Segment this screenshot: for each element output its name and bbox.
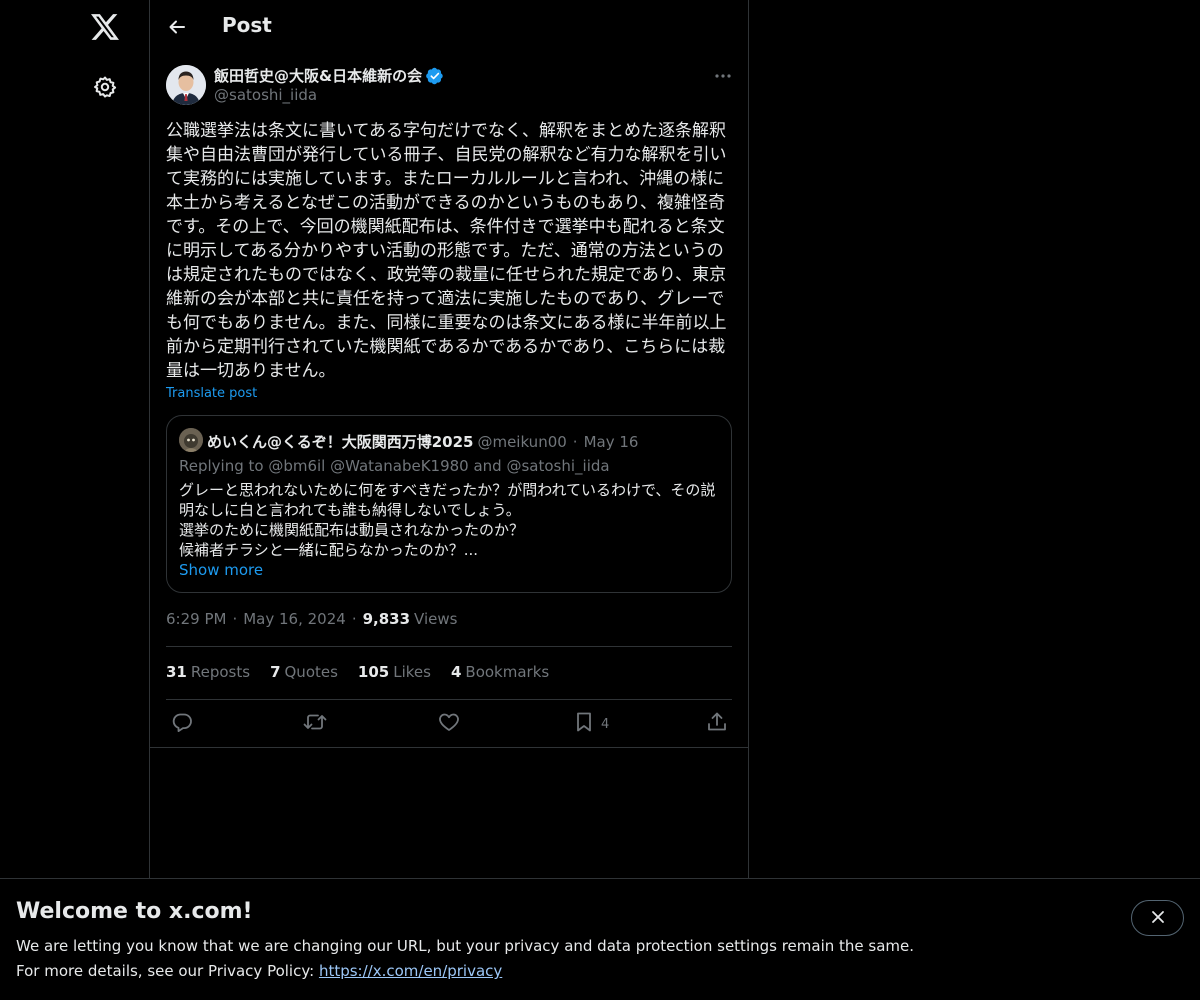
bookmarks-count: 4 (450, 663, 462, 681)
post-time[interactable]: 6:29 PM (166, 610, 226, 628)
show-more-link[interactable]: Show more (179, 561, 263, 579)
page: Post 飯田哲史@大阪&日本維新の会 @satoshi_iida 公職選挙法は… (0, 0, 1200, 1000)
privacy-policy-link[interactable]: https://x.com/en/privacy (319, 962, 502, 980)
quote-line: 選挙のために機関紙配布は動員されなかったのか？ (179, 521, 525, 539)
separator: · (232, 610, 238, 628)
divider (166, 699, 732, 700)
translate-post-link[interactable]: Translate post (166, 386, 257, 401)
quotes-count: 7 (270, 663, 281, 681)
divider (150, 747, 748, 748)
quotes-label: Quotes (284, 663, 338, 681)
author-name[interactable]: 飯田哲史@大阪&日本維新の会 (214, 65, 422, 86)
bookmarks-stat[interactable]: 4 Bookmarks (451, 663, 549, 681)
reposts-label: Reposts (190, 663, 251, 681)
share-button[interactable] (706, 712, 728, 736)
repost-icon (303, 711, 327, 737)
banner-privacy-line: For more details, see our Privacy Policy… (16, 962, 502, 980)
post-header: Post (150, 0, 748, 53)
quote-header: めいくん@くるぞ！大阪関西万博2025 @meikun00 · May 16 (207, 431, 638, 452)
repost-button[interactable] (303, 712, 327, 736)
bookmarks-label: Bookmarks (465, 663, 550, 681)
likes-stat[interactable]: 105 Likes (358, 663, 431, 681)
separator: · (351, 610, 357, 628)
banner-message: We are letting you know that we are chan… (16, 937, 915, 955)
bookmark-button[interactable]: 4 (573, 712, 609, 736)
post-timestamp-row: 6:29 PM · May 16, 2024 · 9,833 Views (166, 610, 457, 628)
post-author: 飯田哲史@大阪&日本維新の会 @satoshi_iida (166, 64, 734, 108)
views-label: Views (414, 610, 458, 628)
bookmark-count: 4 (601, 716, 610, 732)
verified-badge-icon (426, 67, 444, 85)
reply-icon (171, 711, 193, 737)
welcome-banner: Welcome to x.com! We are letting you kno… (0, 878, 1200, 1000)
close-button[interactable] (1131, 900, 1184, 936)
share-icon (706, 711, 728, 737)
banner-title: Welcome to x.com! (16, 899, 253, 924)
x-logo-icon[interactable] (89, 11, 121, 43)
settings-gear-icon[interactable] (91, 73, 119, 101)
post-text: 公職選挙法は条文に書いてある字句だけでなく、解釈をまとめた逐条解釈集や自由法曹団… (166, 121, 727, 381)
reposts-count: 31 (166, 663, 187, 681)
quote-avatar (179, 428, 203, 452)
left-nav (0, 0, 149, 1000)
quote-author-name: めいくん@くるぞ！大阪関西万博2025 (207, 433, 474, 451)
quote-replying-to: Replying to @bm6il @WatanabeK1980 and @s… (179, 457, 610, 475)
separator: · (572, 432, 578, 451)
quotes-stat[interactable]: 7 Quotes (270, 663, 338, 681)
bookmark-icon (573, 711, 595, 737)
views-count: 9,833 (362, 610, 411, 628)
close-icon (1151, 909, 1165, 928)
more-dots-icon[interactable] (712, 65, 734, 87)
likes-count: 105 (357, 663, 390, 681)
post-date[interactable]: May 16, 2024 (243, 610, 346, 628)
main-column: Post 飯田哲史@大阪&日本維新の会 @satoshi_iida 公職選挙法は… (149, 0, 749, 1000)
author-name-row: 飯田哲史@大阪&日本維新の会 (214, 65, 444, 86)
like-button[interactable] (438, 712, 460, 736)
divider (166, 646, 732, 647)
engagement-stats: 31 Reposts 7 Quotes 105 Likes 4 Bookmarks (166, 663, 549, 681)
post-actions: 4 (166, 710, 732, 738)
avatar[interactable] (166, 65, 206, 105)
quote-line: 明なしに白と言われても誰も納得しないでしょう。 (179, 501, 521, 519)
reply-button[interactable] (171, 712, 193, 736)
quoted-post[interactable]: めいくん@くるぞ！大阪関西万博2025 @meikun00 · May 16 R… (166, 415, 732, 593)
quote-line: グレーと思われないために何をすべきだったか？が問われているわけで、その説 (179, 481, 716, 499)
author-handle[interactable]: @satoshi_iida (214, 86, 317, 104)
quote-text: グレーと思われないために何をすべきだったか？が問われているわけで、その説 明なし… (179, 480, 724, 560)
likes-label: Likes (393, 663, 431, 681)
quote-date: May 16 (583, 432, 639, 451)
banner-privacy-prefix: For more details, see our Privacy Policy… (16, 962, 319, 980)
like-heart-icon (438, 711, 460, 737)
back-arrow-icon[interactable] (166, 16, 188, 38)
reposts-stat[interactable]: 31 Reposts (166, 663, 250, 681)
quote-author-handle: @meikun00 (477, 432, 567, 451)
quote-line: 候補者チラシと一緒に配らなかったのか？... (179, 541, 479, 559)
page-title: Post (222, 13, 272, 37)
